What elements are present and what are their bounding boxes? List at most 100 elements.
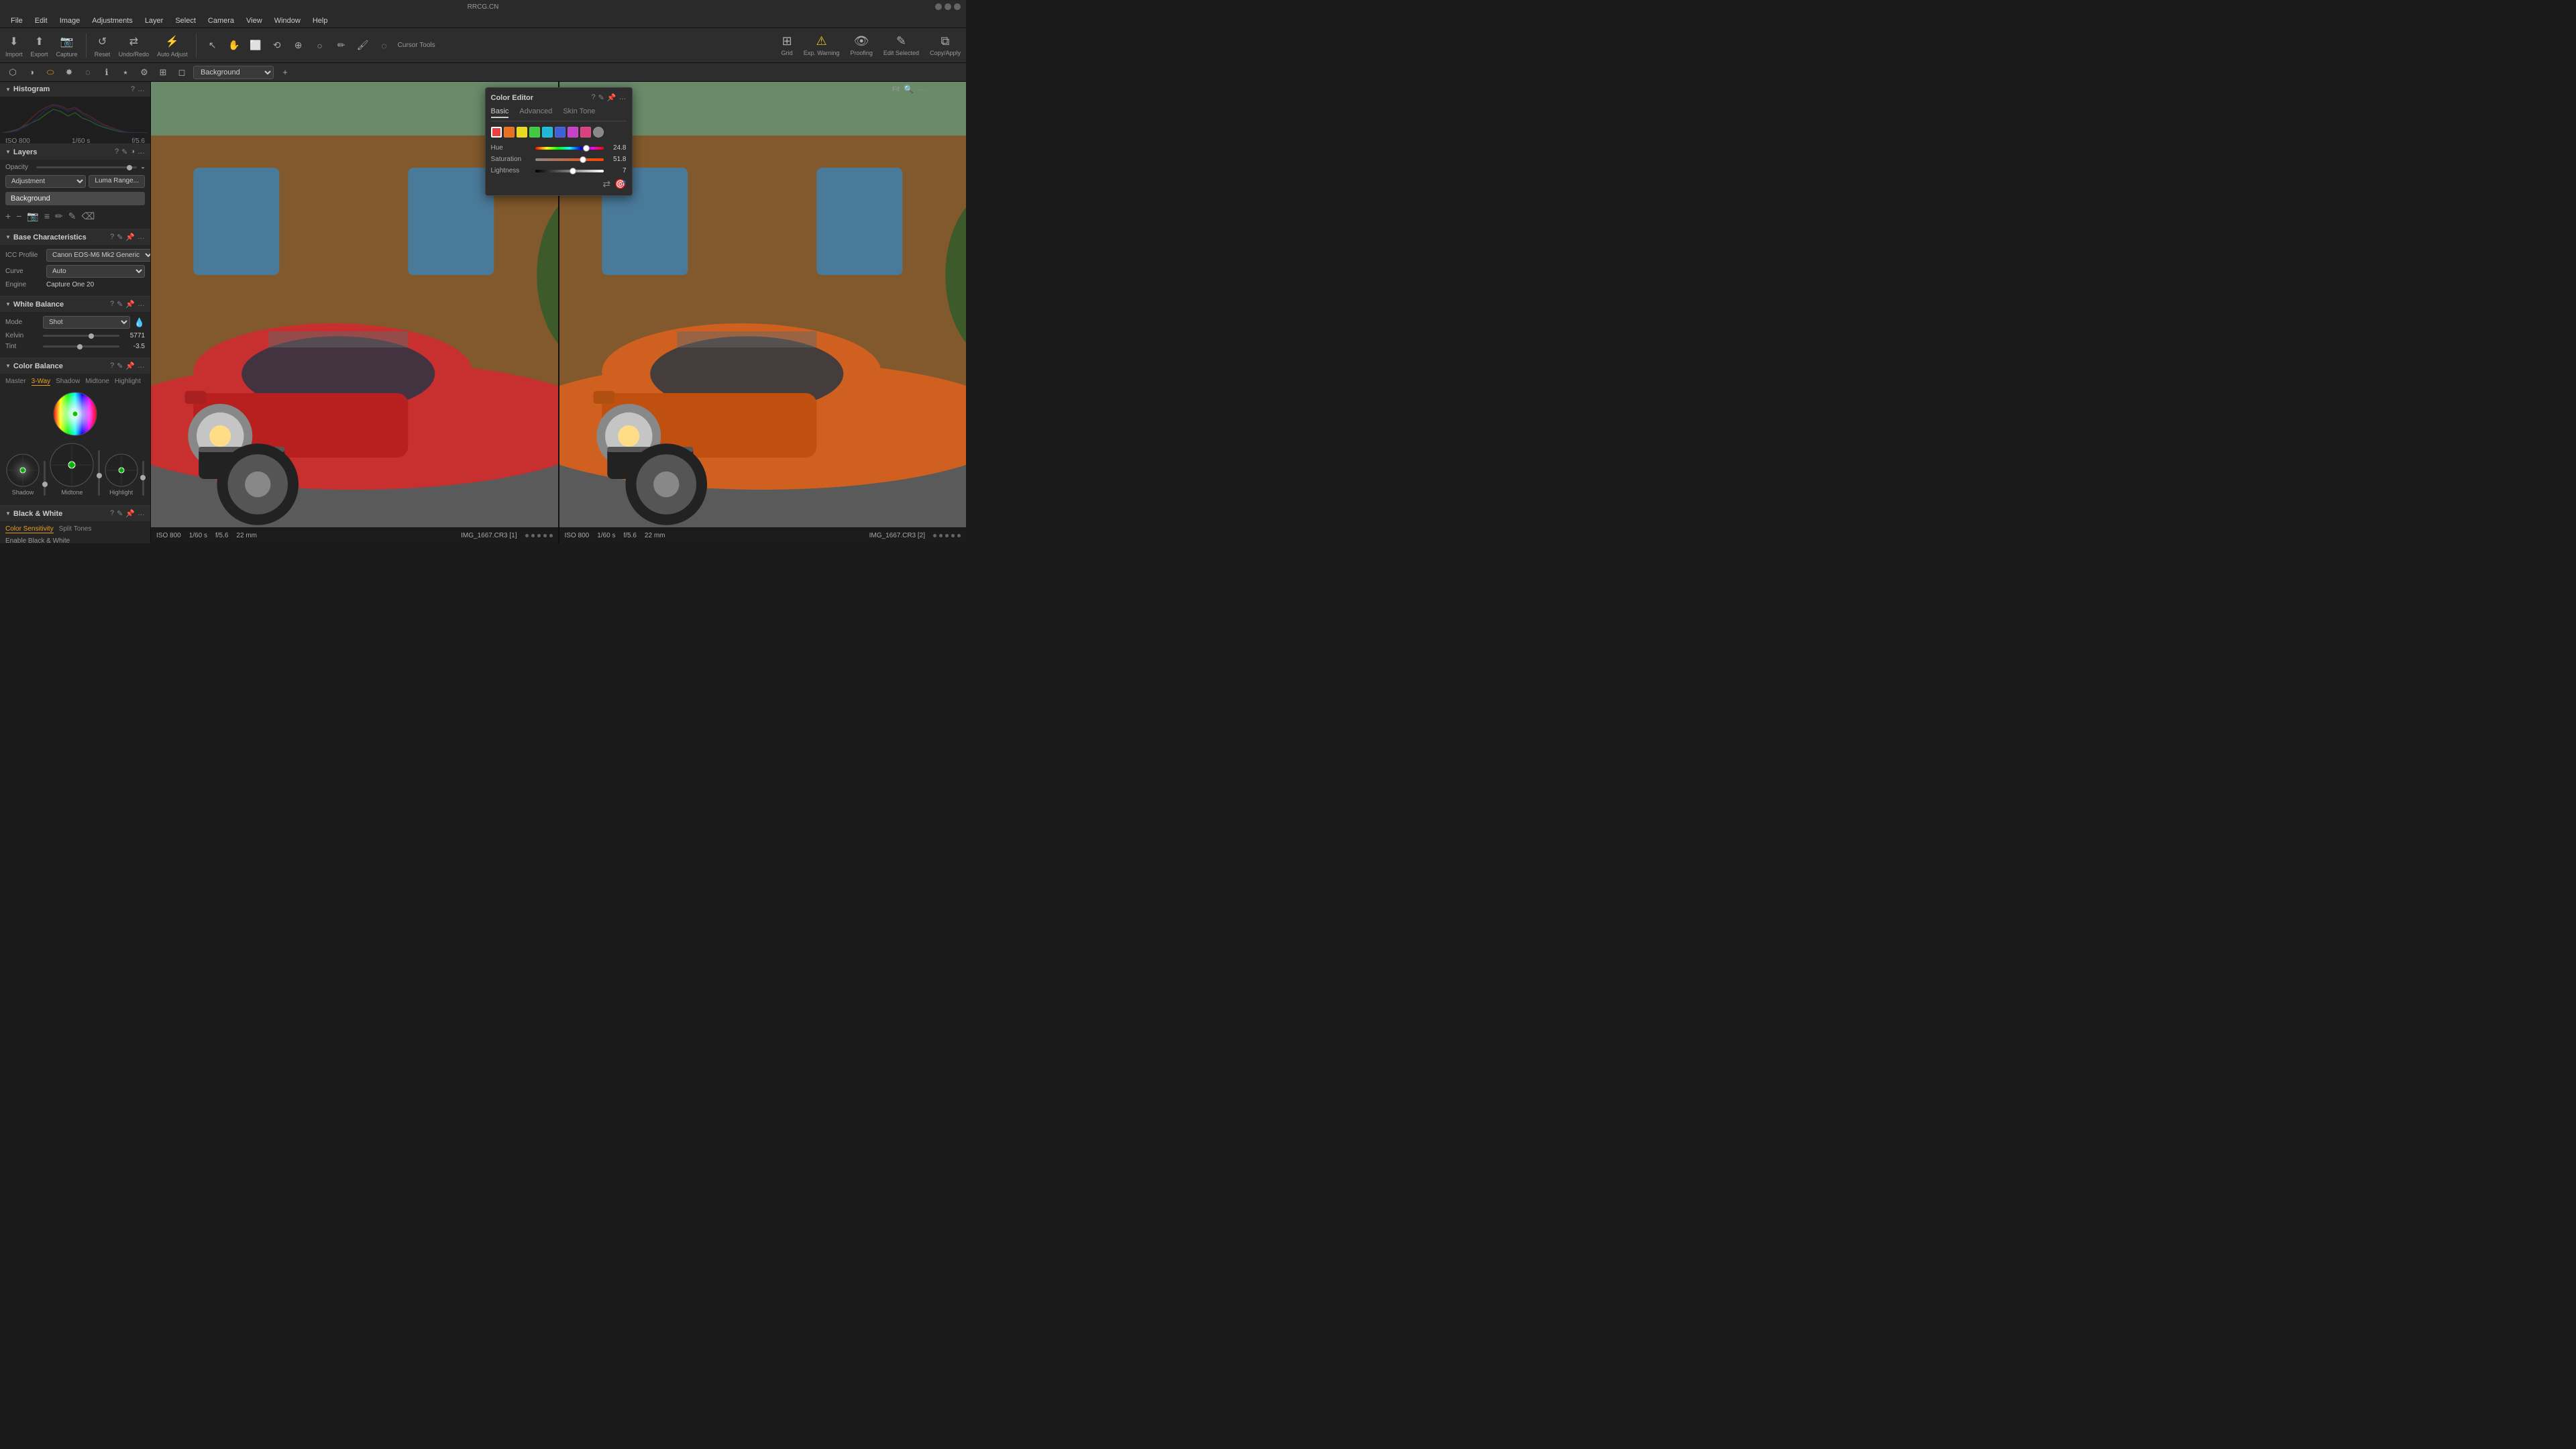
- layer-pen-icon[interactable]: ✏: [55, 211, 63, 222]
- bw-tab-split[interactable]: Split Tones: [59, 525, 92, 533]
- shadow-vert-thumb[interactable]: [42, 482, 48, 487]
- cursor-tool-6[interactable]: ○: [312, 38, 328, 54]
- base-characteristics-header[interactable]: ▼ Base Characteristics ? ✎ 📌 …: [0, 229, 150, 245]
- layer-selector[interactable]: Background: [193, 66, 274, 79]
- close-button[interactable]: [954, 3, 961, 10]
- remove-layer-icon[interactable]: −: [16, 211, 21, 222]
- export-button[interactable]: ⬆ Export: [31, 34, 48, 58]
- background-layer[interactable]: Background: [5, 192, 145, 205]
- cb-tab-highlight[interactable]: Highlight: [115, 378, 141, 386]
- layers-edit-icon[interactable]: ✎: [121, 148, 127, 156]
- tool-icon-5[interactable]: ◌: [80, 65, 95, 80]
- menu-layer[interactable]: Layer: [140, 15, 169, 26]
- menu-adjustments[interactable]: Adjustments: [87, 15, 138, 26]
- tint-thumb[interactable]: [77, 344, 83, 350]
- cb-tab-3way[interactable]: 3-Way: [32, 378, 51, 386]
- ce-edit-icon[interactable]: ✎: [598, 93, 604, 102]
- cb-tab-midtone[interactable]: Midtone: [85, 378, 109, 386]
- reset-button[interactable]: ↺ Reset: [95, 34, 111, 58]
- opacity-icon[interactable]: ◒: [141, 164, 145, 171]
- bw-help-icon[interactable]: ?: [110, 509, 114, 518]
- midtone-vert-thumb[interactable]: [97, 473, 102, 478]
- wb-help-icon[interactable]: ?: [110, 300, 114, 309]
- zoom-icon[interactable]: 🔍: [904, 85, 914, 94]
- capture-button[interactable]: 📷 Capture: [56, 34, 78, 58]
- ce-sync-icon[interactable]: ⇄: [602, 178, 610, 190]
- exp-warning-button[interactable]: ⚠ Exp. Warning: [804, 34, 840, 56]
- zoom-slider-icon[interactable]: —: [918, 85, 926, 94]
- lightness-thumb[interactable]: [570, 168, 576, 174]
- wb-edit-icon[interactable]: ✎: [117, 300, 123, 309]
- add-layer-button[interactable]: +: [278, 65, 292, 80]
- tool-icon-2[interactable]: ◑: [24, 65, 39, 80]
- menu-view[interactable]: View: [241, 15, 268, 26]
- curve-select[interactable]: Auto: [46, 265, 145, 278]
- tool-icon-3[interactable]: ⬭: [43, 65, 58, 80]
- maximize-button[interactable]: [945, 3, 951, 10]
- ce-more-icon[interactable]: …: [619, 93, 627, 102]
- layer-brush-icon[interactable]: ✎: [68, 211, 76, 222]
- tool-icon-7[interactable]: ⭑: [118, 65, 133, 80]
- menu-image[interactable]: Image: [54, 15, 86, 26]
- bw-edit-icon[interactable]: ✎: [117, 509, 123, 518]
- lightness-slider[interactable]: [535, 170, 604, 172]
- wb-pin-icon[interactable]: 📌: [125, 300, 135, 309]
- bc-more-icon[interactable]: …: [138, 233, 145, 241]
- swatch-green[interactable]: [529, 127, 540, 138]
- tool-icon-1[interactable]: ⬡: [5, 65, 20, 80]
- swatch-gray[interactable]: [593, 127, 604, 138]
- histogram-help-icon[interactable]: ?: [131, 85, 135, 93]
- menu-select[interactable]: Select: [170, 15, 201, 26]
- ce-target-icon[interactable]: 🎯: [614, 178, 626, 190]
- ce-tab-skin[interactable]: Skin Tone: [563, 107, 595, 118]
- menu-help[interactable]: Help: [307, 15, 333, 26]
- add-layer-icon[interactable]: +: [5, 211, 11, 222]
- proofing-button[interactable]: 👁 Proofing: [850, 34, 873, 56]
- layers-more-icon[interactable]: …: [138, 148, 145, 156]
- swatch-purple[interactable]: [568, 127, 578, 138]
- tool-icon-6[interactable]: ℹ: [99, 65, 114, 80]
- cursor-tool-2[interactable]: ✋: [226, 38, 242, 54]
- opacity-slider[interactable]: [36, 166, 137, 168]
- hue-slider[interactable]: [535, 147, 604, 150]
- swatch-yellow[interactable]: [517, 127, 527, 138]
- tint-slider[interactable]: [43, 345, 119, 347]
- layer-list-icon[interactable]: ≡: [44, 211, 50, 222]
- bc-pin-icon[interactable]: 📌: [125, 233, 135, 241]
- histogram-header[interactable]: ▼ Histogram ? …: [0, 82, 150, 97]
- master-color-wheel[interactable]: [52, 391, 98, 437]
- wb-eyedropper-icon[interactable]: 💧: [134, 317, 145, 328]
- highlight-vert-thumb[interactable]: [140, 475, 146, 480]
- shadow-wheel[interactable]: [5, 453, 40, 488]
- tool-icon-4[interactable]: ✸: [62, 65, 76, 80]
- white-balance-header[interactable]: ▼ White Balance ? ✎ 📌 …: [0, 297, 150, 312]
- saturation-thumb[interactable]: [580, 156, 586, 163]
- menu-edit[interactable]: Edit: [30, 15, 53, 26]
- adjustment-select[interactable]: Adjustment: [5, 175, 86, 188]
- cursor-tool-1[interactable]: ↖: [205, 38, 221, 54]
- bc-help-icon[interactable]: ?: [110, 233, 114, 241]
- luma-range-button[interactable]: Luma Range...: [89, 175, 145, 188]
- tool-icon-8[interactable]: ⚙: [137, 65, 152, 80]
- cb-pin-icon[interactable]: 📌: [125, 362, 135, 370]
- wb-more-icon[interactable]: …: [138, 300, 145, 309]
- grid-button[interactable]: ⊞ Grid: [782, 34, 793, 56]
- ce-pin-icon[interactable]: 📌: [607, 93, 616, 102]
- auto-adjust-button[interactable]: ⚡ Auto Adjust: [157, 34, 188, 58]
- cursor-tool-8[interactable]: 🖌: [355, 38, 371, 54]
- histogram-more-icon[interactable]: …: [138, 85, 145, 93]
- bw-more-icon[interactable]: …: [138, 509, 145, 518]
- bw-tab-sensitivity[interactable]: Color Sensitivity: [5, 525, 54, 533]
- layers-mask-icon[interactable]: ◑: [130, 148, 135, 156]
- swatch-orange[interactable]: [504, 127, 515, 138]
- cb-edit-icon[interactable]: ✎: [117, 362, 123, 370]
- bw-pin-icon[interactable]: 📌: [125, 509, 135, 518]
- cb-more-icon[interactable]: …: [138, 362, 145, 370]
- fit-label[interactable]: Fit: [892, 86, 900, 93]
- copy-apply-button[interactable]: ⧉ Copy/Apply: [930, 34, 961, 56]
- layers-help-icon[interactable]: ?: [115, 148, 119, 156]
- wb-mode-select[interactable]: Shot: [43, 316, 130, 329]
- hue-thumb[interactable]: [583, 145, 590, 152]
- edit-selected-button[interactable]: ✎ Edit Selected: [883, 34, 919, 56]
- ce-tab-advanced[interactable]: Advanced: [519, 107, 552, 118]
